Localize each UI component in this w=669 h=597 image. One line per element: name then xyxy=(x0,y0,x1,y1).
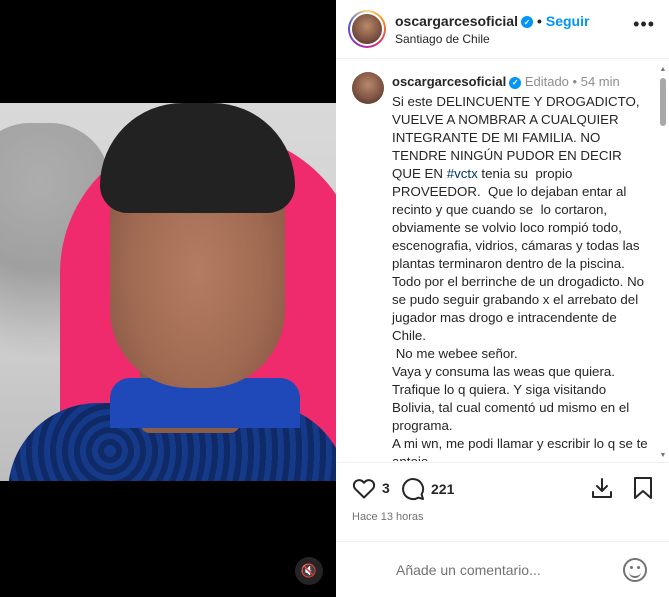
verified-badge-icon: ✓ xyxy=(509,76,522,89)
comments-area[interactable]: oscargarcesoficial ✓ Editado • 54 min Si … xyxy=(336,60,669,461)
post-photo[interactable] xyxy=(0,103,336,481)
scroll-up-arrow-icon[interactable]: ▲ xyxy=(659,66,667,74)
caption-username[interactable]: oscargarcesoficial xyxy=(392,74,506,89)
post-header: oscargarcesoficial ✓ • Seguir Santiago de C… xyxy=(336,0,669,59)
speaker-muted-icon: 🔇 xyxy=(300,563,318,578)
media-panel: 🔇 xyxy=(0,0,336,597)
bookmark-icon xyxy=(634,477,652,499)
caption-time[interactable]: 54 min xyxy=(581,74,620,89)
location-link[interactable]: Santiago de Chile xyxy=(395,32,490,46)
comments-scrollbar[interactable]: ▲ ▼ xyxy=(659,66,667,460)
scroll-thumb[interactable] xyxy=(660,78,666,126)
author-username[interactable]: oscargarcesoficial xyxy=(395,13,518,29)
emoji-icon[interactable] xyxy=(623,558,647,582)
follow-button[interactable]: Seguir xyxy=(546,13,590,29)
comment-button[interactable]: 221 xyxy=(401,477,454,501)
verified-badge-icon: ✓ xyxy=(520,16,533,29)
photo-hair xyxy=(100,103,295,213)
download-icon xyxy=(592,478,612,498)
mute-button[interactable]: 🔇 xyxy=(295,557,323,585)
save-button[interactable] xyxy=(633,477,653,499)
like-count[interactable]: 3 xyxy=(382,480,390,496)
hashtag-link[interactable]: #vctx xyxy=(447,166,478,181)
caption-avatar[interactable] xyxy=(352,72,384,104)
heart-icon xyxy=(352,479,376,499)
comment-input[interactable]: Añade un comentario... xyxy=(396,562,541,578)
separator-dot: • xyxy=(572,74,578,89)
post-actions: 3 221 Hace 13 horas xyxy=(336,462,669,550)
edited-label: Editado xyxy=(524,74,569,89)
post-side-panel: oscargarcesoficial ✓ • Seguir Santiago de C… xyxy=(336,0,669,597)
like-button[interactable]: 3 xyxy=(352,477,390,499)
author-avatar[interactable] xyxy=(348,10,386,48)
caption-text: Si este DELINCUENTE Y DROGADICTO, VUELVE… xyxy=(392,94,648,461)
add-comment-bar: Añade un comentario... xyxy=(336,541,669,597)
comment-count[interactable]: 221 xyxy=(431,481,454,497)
comment-bubble-icon xyxy=(402,478,425,501)
download-button[interactable] xyxy=(591,477,613,499)
more-icon[interactable]: ••• xyxy=(633,14,655,35)
scroll-down-arrow-icon[interactable]: ▼ xyxy=(659,452,667,460)
post-timestamp[interactable]: Hace 13 horas xyxy=(352,511,424,523)
separator-dot: • xyxy=(536,13,542,29)
